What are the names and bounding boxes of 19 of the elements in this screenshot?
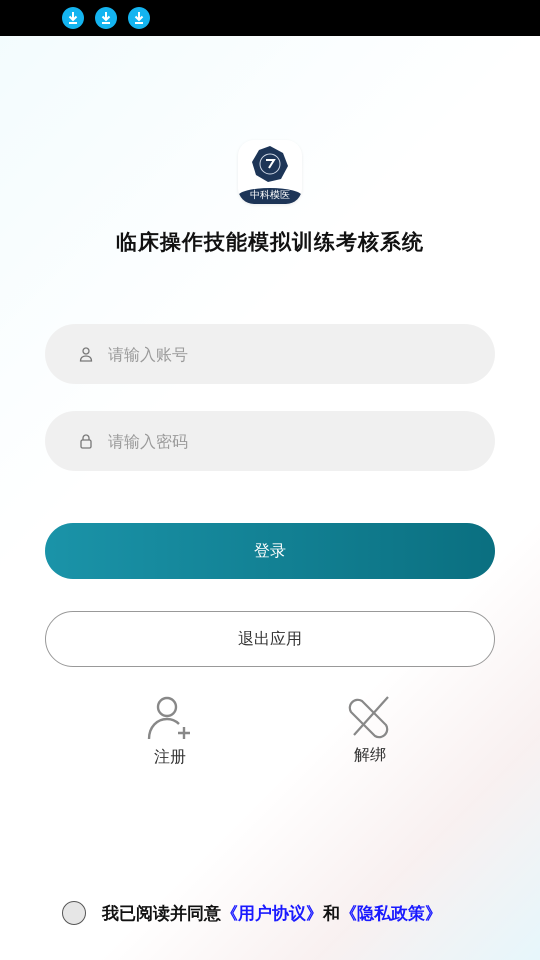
- user-agreement-link[interactable]: 《用户协议》: [221, 902, 323, 924]
- account-field[interactable]: 请输入账号: [45, 324, 495, 384]
- logo-caption: 中科模医: [238, 188, 302, 204]
- agree-checkbox[interactable]: [62, 901, 86, 925]
- person-add-icon[interactable]: [147, 695, 193, 741]
- register-link[interactable]: 注册: [154, 747, 186, 768]
- emblem-icon: [250, 144, 290, 184]
- download-icon: [128, 7, 150, 29]
- login-button[interactable]: 登录: [45, 523, 495, 579]
- exit-button[interactable]: 退出应用: [45, 611, 495, 667]
- download-icon: [62, 7, 84, 29]
- privacy-policy-link[interactable]: 《隐私政策》: [340, 902, 442, 924]
- password-field[interactable]: 请输入密码: [45, 411, 495, 471]
- download-icon: [95, 7, 117, 29]
- app-title: 临床操作技能模拟训练考核系统: [116, 229, 424, 256]
- agreement-text: 我已阅读并同意: [102, 902, 221, 924]
- conjunction-text: 和: [323, 902, 340, 924]
- unlink-icon[interactable]: [348, 695, 392, 739]
- unbind-link[interactable]: 解绑: [354, 745, 386, 766]
